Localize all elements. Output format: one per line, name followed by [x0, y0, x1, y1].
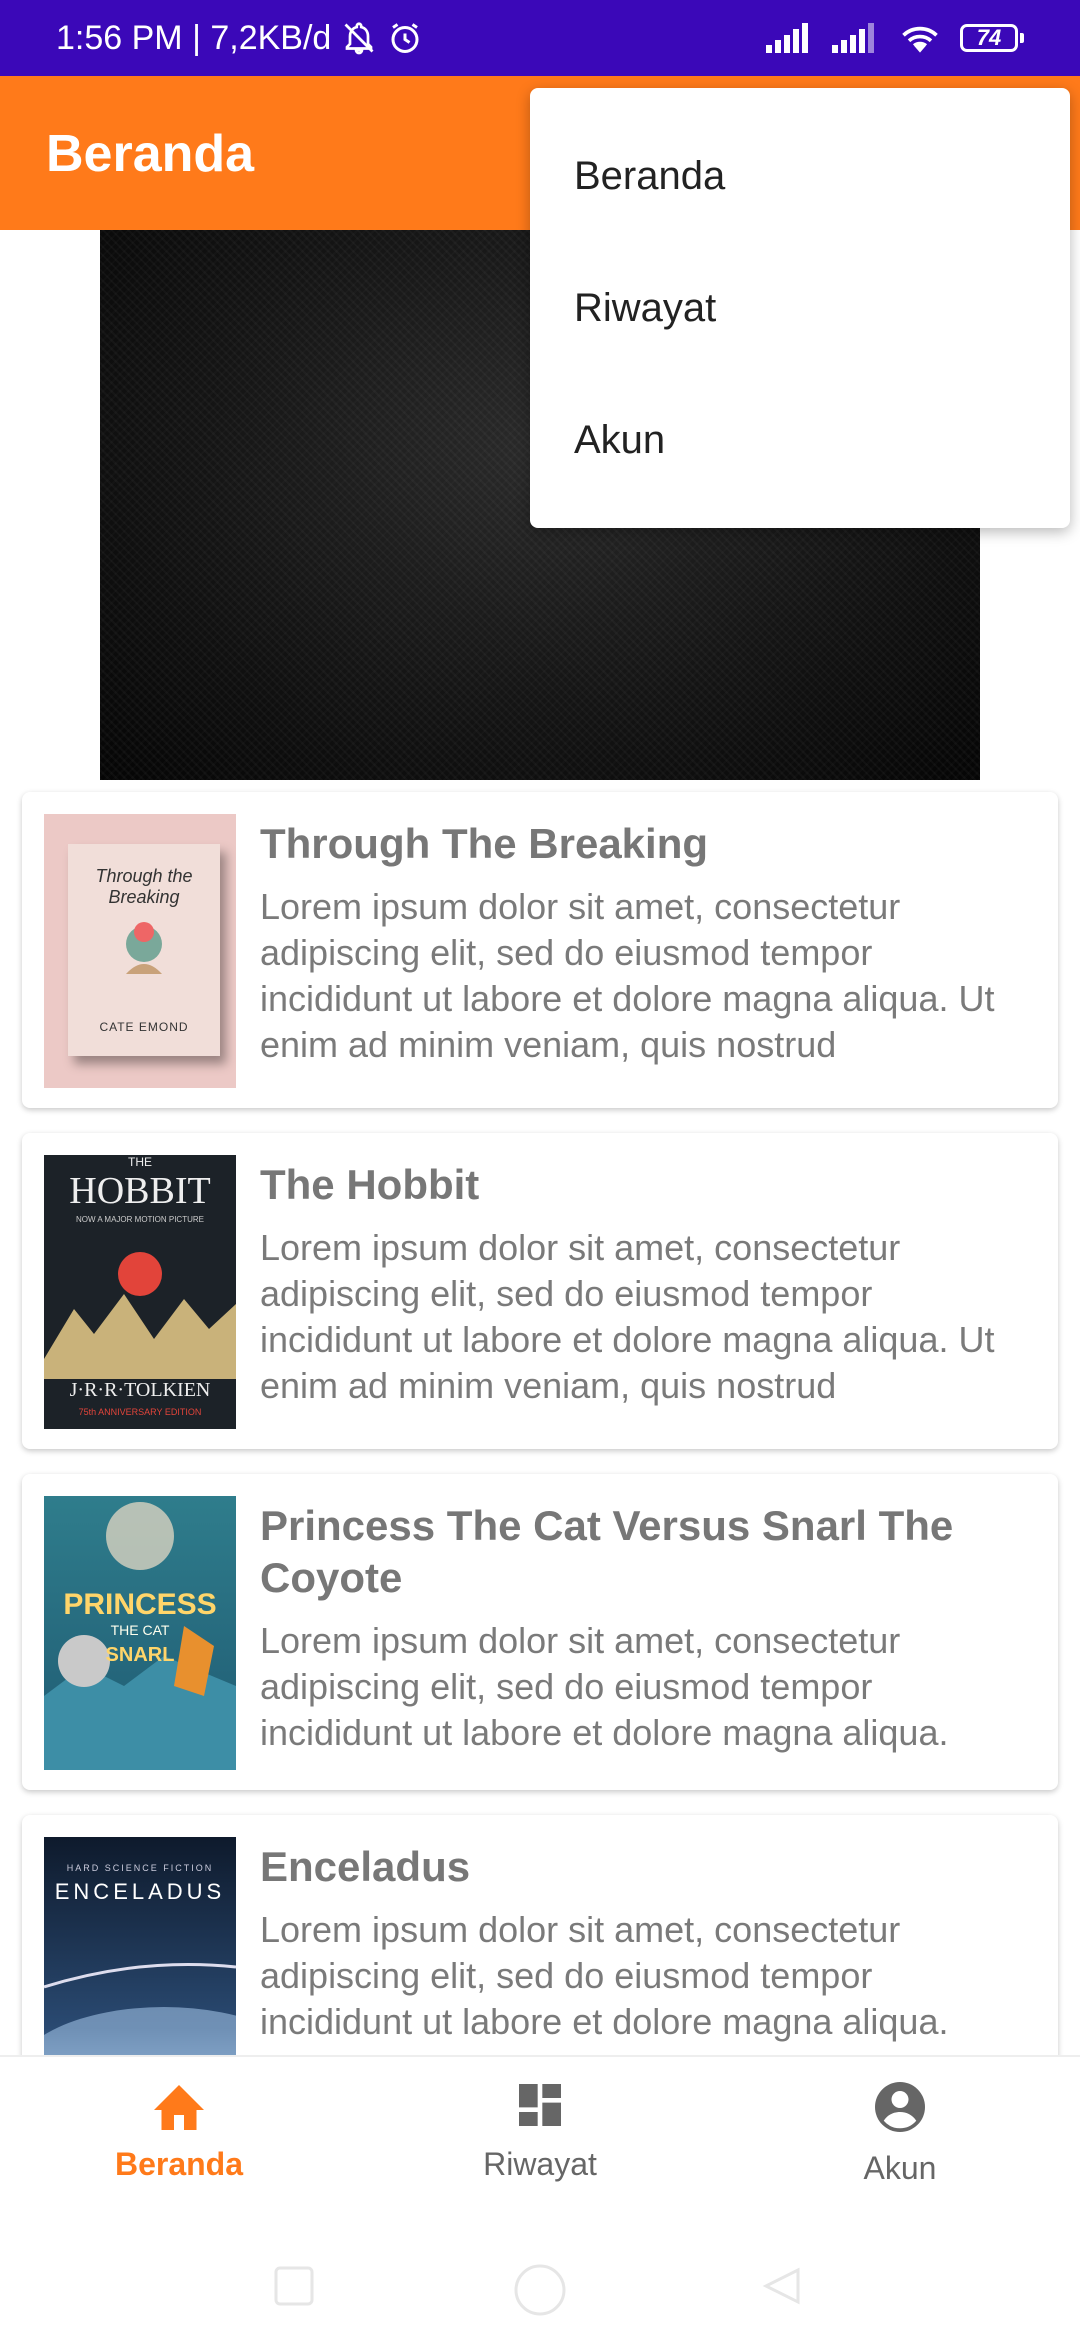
signal-icon [832, 23, 880, 53]
book-title: Enceladus [260, 1843, 471, 1890]
book-card[interactable]: Through the Breaking CATE EMOND Through … [22, 792, 1058, 1108]
nav-label: Riwayat [483, 2146, 597, 2182]
book-cover-image: THE HOBBIT NOW A MAJOR MOTION PICTURE J·… [44, 1155, 236, 1429]
nav-item-beranda[interactable]: Beranda [79, 2077, 279, 2183]
wifi-icon [898, 21, 942, 55]
status-bar: 1:56 PM | 7,2KB/d 74 [0, 0, 1080, 76]
recents-icon[interactable] [272, 2264, 316, 2308]
nav-item-riwayat[interactable]: Riwayat [440, 2077, 640, 2183]
signal-icon [766, 23, 814, 53]
cover-tagline: HARD SCIENCE FICTION [66, 1863, 214, 1873]
menu-item-akun[interactable]: Akun [574, 418, 665, 463]
nav-item-akun[interactable]: Akun [800, 2077, 1000, 2187]
cover-title: ENCELADUS [54, 1879, 226, 1904]
book-title: The Hobbit [260, 1161, 480, 1208]
book-card[interactable]: THE HOBBIT NOW A MAJOR MOTION PICTURE J·… [22, 1133, 1058, 1449]
book-description: Lorem ipsum dolor sit amet, consectetur … [260, 1909, 949, 2042]
account-circle-icon [870, 2077, 930, 2142]
nav-label: Beranda [114, 2146, 244, 2182]
dashboard-icon [512, 2077, 568, 2138]
page-title: Beranda [46, 125, 255, 183]
cover-small-text: THE [128, 1155, 152, 1169]
cover-title: HOBBIT [69, 1170, 211, 1212]
book-description: Lorem ipsum dolor sit amet, consectetur … [260, 1620, 949, 1753]
back-icon[interactable] [760, 2264, 804, 2308]
home-icon [149, 2077, 209, 2138]
battery-icon: 74 [960, 24, 1024, 52]
cover-edition: 75th ANNIVERSARY EDITION [78, 1407, 202, 1417]
cover-title: Through the Breaking [95, 866, 193, 907]
cover-subtitle-2: SNARL [105, 1644, 175, 1666]
book-cover-image: PRINCESS THE CAT SNARL [44, 1496, 236, 1770]
system-navigation-bar [0, 2220, 1080, 2340]
book-card[interactable]: PRINCESS THE CAT SNARL Princess The Cat … [22, 1474, 1058, 1790]
menu-item-riwayat[interactable]: Riwayat [574, 286, 716, 331]
cover-title: PRINCESS [63, 1588, 217, 1621]
status-right: 74 [766, 21, 1024, 55]
status-left: 1:56 PM | 7,2KB/d [56, 19, 423, 58]
book-title: Princess The Cat Versus Snarl The Coyote [260, 1502, 954, 1601]
bottom-navigation: Beranda Riwayat Akun [0, 2055, 1080, 2222]
menu-item-beranda[interactable]: Beranda [574, 154, 725, 199]
book-title: Through The Breaking [260, 820, 709, 867]
battery-level: 74 [960, 24, 1018, 52]
cover-author: J·R·R·TOLKIEN [69, 1379, 211, 1401]
overflow-menu: Beranda Riwayat Akun [530, 88, 1070, 528]
book-description: Lorem ipsum dolor sit amet, consectetur … [260, 1227, 995, 1406]
alarm-icon [387, 20, 423, 56]
cover-author: CATE EMOND [99, 1020, 189, 1034]
nav-label: Akun [863, 2150, 937, 2186]
book-cover-image: Through the Breaking CATE EMOND [44, 814, 236, 1088]
bell-off-icon [341, 20, 377, 56]
book-description: Lorem ipsum dolor sit amet, consectetur … [260, 886, 995, 1065]
status-time-speed: 1:56 PM | 7,2KB/d [56, 18, 332, 57]
cover-tagline: NOW A MAJOR MOTION PICTURE [75, 1215, 204, 1224]
cover-subtitle-1: THE CAT [110, 1622, 170, 1638]
home-circle-icon[interactable] [510, 2260, 570, 2320]
